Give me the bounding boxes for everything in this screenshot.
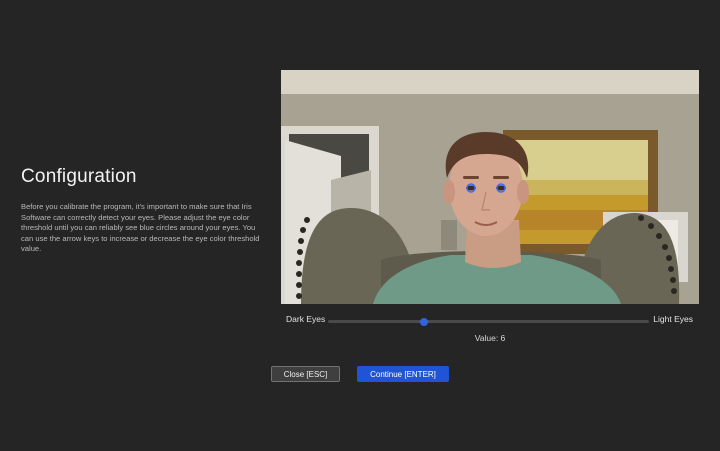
threshold-value-text: Value: 6 xyxy=(474,333,506,343)
dark-eyes-label: Dark Eyes xyxy=(286,314,326,324)
light-eyes-label: Light Eyes xyxy=(653,314,693,324)
page-title: Configuration xyxy=(21,166,137,187)
webcam-frame-image xyxy=(281,70,699,304)
slider-thumb[interactable] xyxy=(420,317,429,326)
camera-preview xyxy=(281,70,699,304)
eye-threshold-slider[interactable] xyxy=(328,317,649,326)
instructions-text: Before you calibrate the program, it's i… xyxy=(21,202,260,254)
close-button[interactable]: Close [ESC] xyxy=(271,366,340,382)
eye-threshold-slider-row: Dark Eyes Light Eyes xyxy=(281,312,699,330)
ceiling xyxy=(281,70,699,96)
continue-button[interactable]: Continue [ENTER] xyxy=(357,366,449,382)
